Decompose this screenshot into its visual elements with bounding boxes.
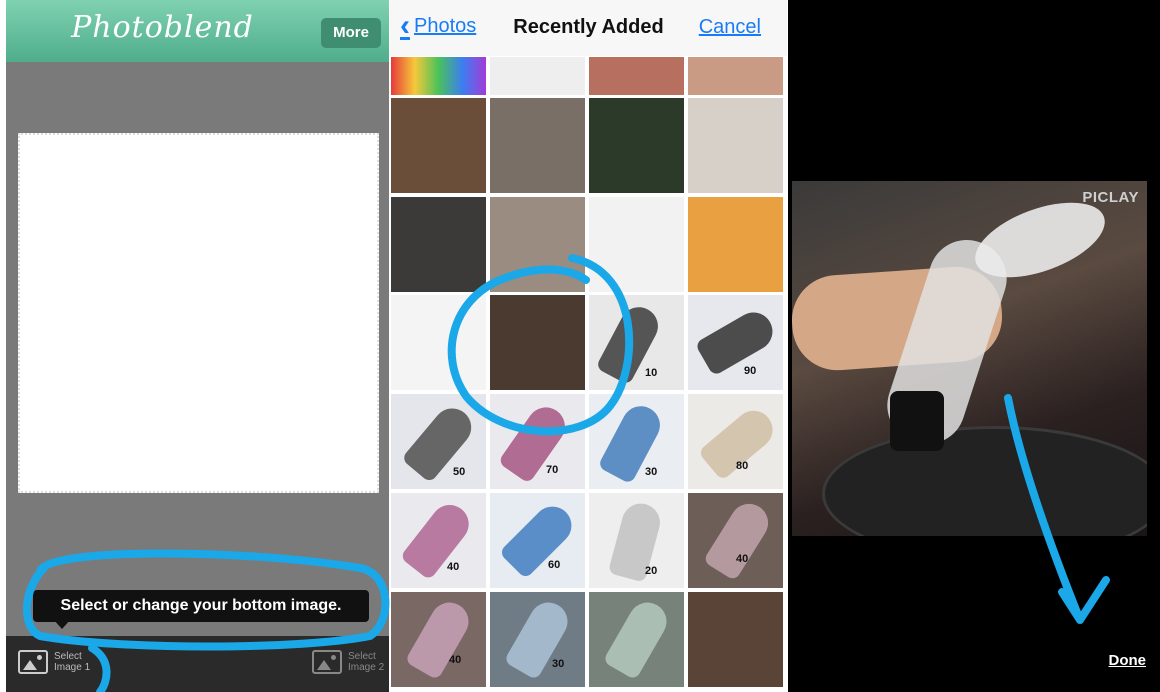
printer-hopper — [822, 426, 1147, 536]
photo-thumbnail[interactable]: 30 — [588, 393, 685, 490]
thumbnail-label: 40 — [447, 561, 460, 573]
photo-thumbnail[interactable] — [390, 294, 487, 391]
photo-thumbnail[interactable] — [588, 97, 685, 194]
thumbnail-label: 30 — [645, 466, 658, 478]
image-icon — [312, 650, 342, 674]
thumbnail-label: 10 — [645, 367, 658, 379]
photo-thumbnail[interactable] — [489, 97, 586, 194]
bottom-toolbar: Select Image 1 Select Image 2 — [6, 636, 389, 692]
photo-thumbnail[interactable]: 30 — [489, 591, 586, 688]
image-icon — [18, 650, 48, 674]
thumbnail-label: 20 — [645, 565, 658, 577]
photo-thumbnail[interactable] — [687, 196, 784, 293]
photo-thumbnail[interactable]: 10 — [588, 294, 685, 391]
model-render — [602, 595, 674, 681]
model-render — [404, 595, 476, 681]
select-image-2-label-line2: Image 2 — [348, 662, 385, 673]
photo-thumbnail[interactable] — [588, 196, 685, 293]
photo-thumbnail[interactable] — [390, 196, 487, 293]
thumbnail-label: 60 — [548, 559, 561, 571]
photo-thumbnail[interactable]: 90 — [687, 294, 784, 391]
photo-thumbnail[interactable] — [588, 591, 685, 688]
photo-thumbnail[interactable]: 80 — [687, 393, 784, 490]
selected-photo-preview: PICLAY — [792, 181, 1147, 536]
photo-thumbnail-selected[interactable] — [489, 294, 586, 391]
model-render — [498, 498, 580, 580]
app-header: Photoblend More — [6, 0, 389, 62]
select-image-1-label-line1: Select — [54, 651, 82, 662]
part-base — [890, 391, 944, 451]
photo-thumbnail[interactable] — [588, 56, 685, 96]
model-render — [497, 399, 573, 485]
thumbnail-label: 70 — [546, 464, 559, 476]
thumbnail-label: 90 — [744, 365, 757, 377]
thumbnail-label: 80 — [736, 460, 749, 472]
thumbnail-label: 30 — [552, 658, 565, 670]
done-button[interactable]: Done — [1109, 652, 1147, 669]
model-render — [694, 305, 780, 377]
photo-thumbnail[interactable]: 20 — [588, 492, 685, 589]
photo-thumbnail[interactable] — [390, 97, 487, 194]
thumbnail-label: 40 — [449, 654, 462, 666]
cancel-button[interactable]: Cancel — [699, 16, 761, 39]
photo-thumbnail[interactable] — [489, 56, 586, 96]
select-image-2-button[interactable]: Select Image 2 — [312, 650, 384, 674]
photo-thumbnail[interactable] — [687, 591, 784, 688]
photo-thumbnail[interactable]: 40 — [390, 492, 487, 589]
model-render — [399, 497, 477, 581]
select-image-1-button[interactable]: Select Image 1 — [18, 650, 90, 674]
select-image-2-label-line1: Select — [348, 651, 376, 662]
thumbnail-label: 40 — [736, 553, 749, 565]
photo-thumbnail[interactable]: 70 — [489, 393, 586, 490]
photo-preview-screen: PICLAY Done — [788, 0, 1160, 692]
photoblend-screen: Photoblend More Select or change your bo… — [6, 0, 389, 692]
thumbnail-label: 50 — [453, 466, 466, 478]
photo-thumbnail[interactable]: 60 — [489, 492, 586, 589]
photo-thumbnail[interactable]: 40 — [390, 591, 487, 688]
tooltip-arrow — [53, 619, 71, 629]
more-button[interactable]: More — [321, 18, 381, 48]
model-render — [702, 496, 776, 582]
photo-thumbnail[interactable]: 50 — [390, 393, 487, 490]
blend-canvas[interactable] — [18, 133, 379, 493]
photo-thumbnail[interactable] — [489, 196, 586, 293]
hint-tooltip: Select or change your bottom image. — [33, 590, 369, 629]
watermark: PICLAY — [1082, 189, 1139, 206]
photo-thumbnail[interactable] — [687, 97, 784, 194]
photo-picker-screen: ‹ Photos Recently Added Cancel 10 90 50 … — [390, 0, 787, 692]
photo-thumbnail[interactable] — [687, 56, 784, 96]
picker-nav-bar: ‹ Photos Recently Added Cancel — [390, 0, 787, 56]
photo-thumbnail[interactable] — [390, 56, 487, 96]
photo-thumbnail[interactable]: 40 — [687, 492, 784, 589]
select-image-1-label: Select Image 1 — [54, 651, 90, 673]
app-title: Photoblend — [71, 10, 254, 45]
select-image-2-label: Select Image 2 — [348, 651, 384, 673]
hint-text: Select or change your bottom image. — [60, 597, 342, 614]
select-image-1-label-line2: Image 1 — [54, 662, 91, 673]
model-render — [401, 400, 479, 484]
